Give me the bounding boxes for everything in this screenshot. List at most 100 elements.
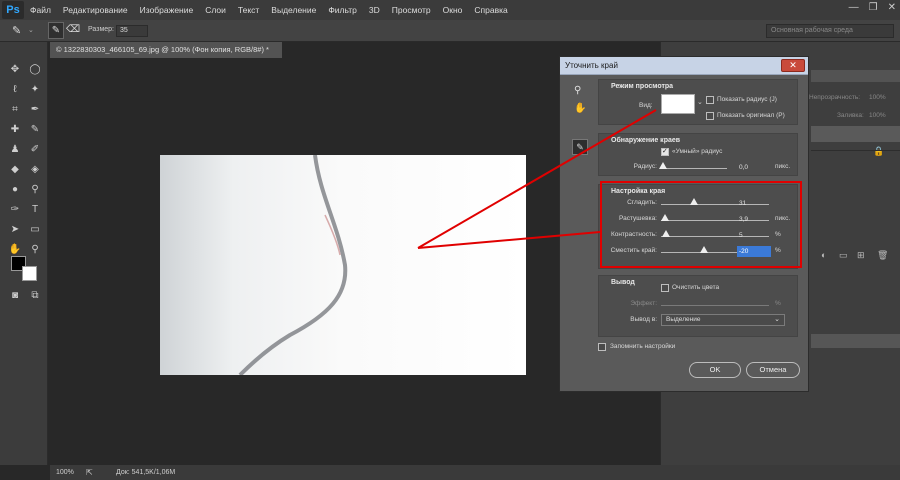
path-select-icon[interactable]: ➤ [7,222,23,238]
annotation-highlight-box [600,181,802,268]
document-title: © 1322830303_466105_69.jpg @ 100% (Фон к… [56,45,269,54]
export-icon[interactable]: ⇱ [86,465,93,480]
smart-radius-checkbox[interactable] [661,147,669,156]
lasso-tool-icon[interactable]: ℓ [7,82,23,98]
image-edge-shape [238,155,348,375]
adjustment-layer-icon[interactable]: ◐ [821,250,826,260]
maximize-icon[interactable]: ❐ [869,2,878,13]
opacity-value[interactable]: 100% [869,94,886,101]
quick-select-tool-icon[interactable]: ✦ [27,82,43,98]
amount-unit: % [775,300,781,307]
trash-icon[interactable]: 🗑 [877,250,888,261]
output-to-select[interactable]: Выделение ⌄ [661,314,785,326]
quick-mask-icon[interactable]: ◙ [7,288,23,304]
hand-icon[interactable]: ✋ [574,103,586,114]
size-label: Размер: [88,26,115,33]
new-layer-icon[interactable]: ⊞ [857,250,865,261]
show-radius-checkbox[interactable] [706,96,714,104]
zoom-tool-icon[interactable]: ⚲ [27,242,43,258]
layer-row-selected[interactable] [811,126,900,142]
dialog-title-bar[interactable]: Уточнить край ✕ [560,57,808,75]
amount-label: Эффект: [630,300,657,307]
menu-window[interactable]: Окно [437,0,469,20]
pen-tool-icon[interactable]: ✑ [7,202,23,218]
show-original-label: Показать оригинал (P) [717,112,785,119]
cancel-button[interactable]: Отмена [746,362,800,378]
output-to-value: Выделение [666,316,701,323]
view-thumbnail[interactable] [661,94,695,114]
brush-preset-icon[interactable]: ✎ [12,24,21,37]
document-tab[interactable]: © 1322830303_466105_69.jpg @ 100% (Фон к… [50,42,282,58]
history-brush-icon[interactable]: ✐ [27,142,43,158]
radius-slider-track[interactable] [661,168,727,169]
show-original-checkbox[interactable] [706,112,714,120]
zoom-level[interactable]: 100% [56,465,74,480]
menu-type[interactable]: Текст [232,0,265,20]
smart-radius-label: «Умный» радиус [672,148,723,155]
menu-help[interactable]: Справка [468,0,513,20]
remember-settings-checkbox[interactable] [598,343,606,351]
screen-mode-icon[interactable]: ⧉ [27,288,43,304]
size-input[interactable]: 35 [116,25,148,37]
menu-file[interactable]: Файл [24,0,57,20]
view-dropdown-chevron-icon[interactable]: ⌄ [697,98,703,106]
menu-image[interactable]: Изображение [134,0,200,20]
menu-layers[interactable]: Слои [199,0,232,20]
menu-3d[interactable]: 3D [363,0,386,20]
move-tool-icon[interactable]: ✥ [7,62,23,78]
document-image[interactable] [160,155,526,375]
fill-value[interactable]: 100% [869,112,886,119]
refine-radius-brush-icon[interactable]: ✎ [572,139,588,155]
radius-value[interactable]: 0,0 [737,162,771,173]
history-row-selected[interactable] [811,334,900,348]
blur-tool-icon[interactable]: ● [7,182,23,198]
healing-brush-icon[interactable]: ✚ [7,122,23,138]
dodge-tool-icon[interactable]: ⚲ [27,182,43,198]
menu-filter[interactable]: Фильтр [322,0,363,20]
view-mode-group: Режим просмотра Вид: ⌄ Показать радиус (… [598,79,798,125]
workspace-select[interactable]: Основная рабочая среда [766,24,894,38]
stamp-tool-icon[interactable]: ♟ [7,142,23,158]
minimize-icon[interactable]: — [849,2,859,13]
decontaminate-checkbox[interactable] [661,284,669,292]
view-label: Вид: [639,102,653,109]
marquee-tool-icon[interactable]: ◯ [27,62,43,78]
eyedropper-tool-icon[interactable]: ✒ [27,102,43,118]
tools-panel: ✥ ◯ ℓ ✦ ⌗ ✒ ✚ ✎ ♟ ✐ ◆ ◈ ● ⚲ ✑ T ➤ ▭ ✋ ⚲ … [0,42,48,465]
brush-tool-icon[interactable]: ✎ [27,122,43,138]
fill-label: Заливка: [837,112,864,119]
eraser-tool-icon[interactable]: ⌫ [66,24,80,35]
output-to-label: Вывод в: [630,316,657,323]
menu-edit[interactable]: Редактирование [57,0,134,20]
amount-slider-track [661,305,769,306]
zoom-icon[interactable]: ⚲ [574,85,581,96]
status-bar: 100% ⇱ Док: 541,5K/1,06M [50,465,900,480]
options-bar: ✎ ⌄ ✎ ⌫ Размер: 35 Основная рабочая сред… [0,20,900,42]
photoshop-logo: Ps [2,1,24,19]
crop-tool-icon[interactable]: ⌗ [7,102,23,118]
paint-bucket-icon[interactable]: ◈ [27,162,43,178]
document-info: Док: 541,5K/1,06M [116,469,176,476]
radius-unit: пикс. [775,163,791,170]
eraser-icon[interactable]: ◆ [7,162,23,178]
menu-view[interactable]: Просмотр [386,0,437,20]
background-color-swatch[interactable] [22,266,37,281]
edge-detection-title: Обнаружение краев [611,137,681,144]
menu-bar: Ps Файл Редактирование Изображение Слои … [0,0,900,20]
dialog-close-button[interactable]: ✕ [781,59,805,72]
radius-slider-thumb[interactable] [659,162,667,169]
opacity-label: Непрозрачность: [809,94,861,101]
radius-label: Радиус: [633,163,657,170]
decontaminate-label: Очистить цвета [672,284,720,291]
remember-settings-label: Запомнить настройки [610,343,676,350]
shape-tool-icon[interactable]: ▭ [27,222,43,238]
panel-icon-row [811,70,900,82]
menu-select[interactable]: Выделение [265,0,322,20]
folder-icon[interactable]: ▭ [839,250,848,261]
refine-radius-tool-icon[interactable]: ✎ [48,22,64,39]
chevron-down-icon[interactable]: ⌄ [28,26,34,34]
type-tool-icon[interactable]: T [27,202,43,218]
photoshop-window: Ps Файл Редактирование Изображение Слои … [0,0,900,480]
close-window-icon[interactable]: ✕ [888,2,896,13]
ok-button[interactable]: OK [689,362,741,378]
